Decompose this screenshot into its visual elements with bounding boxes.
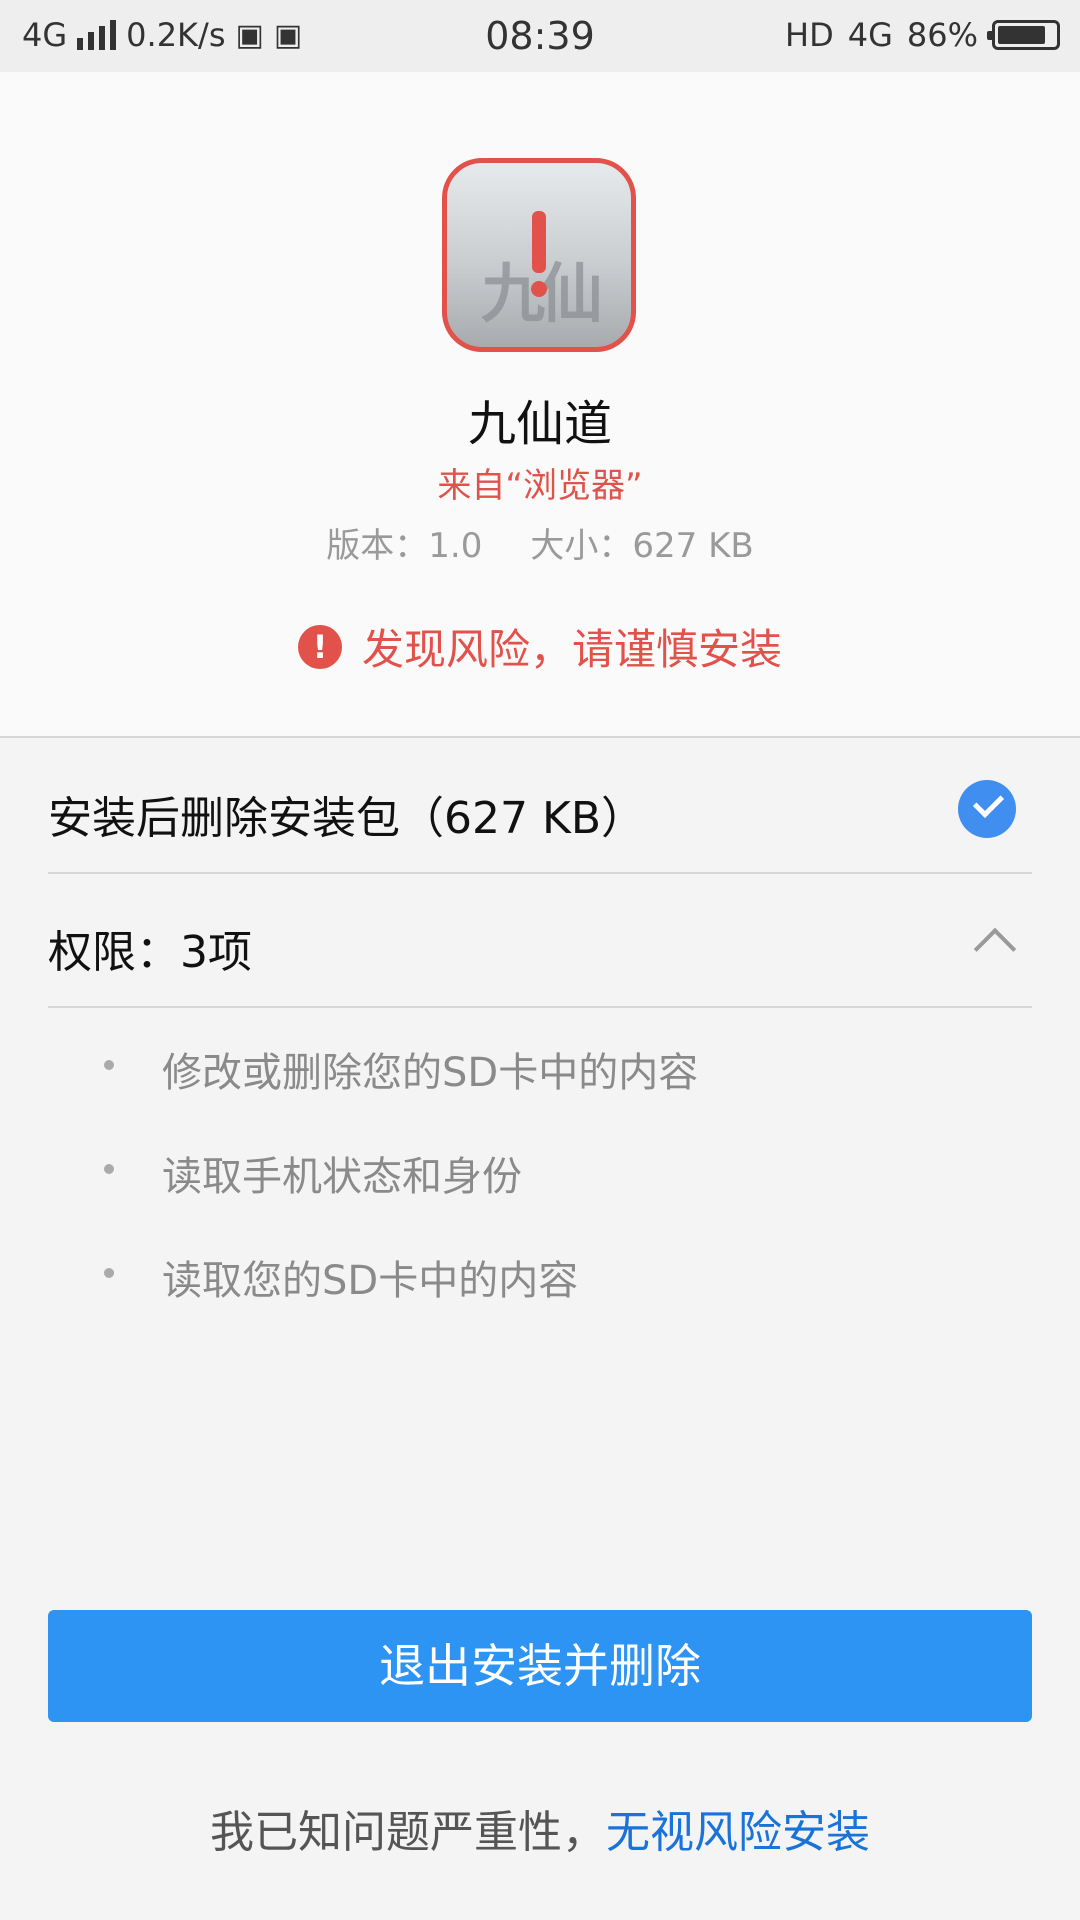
bullet-icon [104, 1268, 114, 1278]
ignore-risk-prefix: 我已知问题严重性， [210, 1807, 606, 1858]
permission-text: 修改或删除您的SD卡中的内容 [162, 1050, 699, 1096]
permission-list: 修改或删除您的SD卡中的内容 读取手机状态和身份 读取您的SD卡中的内容 [100, 1040, 1000, 1352]
delete-package-row[interactable]: 安装后删除安装包（627 KB） [48, 740, 1032, 874]
status-right: HD 4G 86% [785, 16, 1060, 54]
ignore-risk-line: 我已知问题严重性，无视风险安装 [0, 1796, 1080, 1860]
hd-indicator: HD [785, 16, 834, 54]
app-size: 大小：627 KB [530, 526, 754, 566]
list-item: 读取您的SD卡中的内容 [100, 1248, 1000, 1352]
check-icon[interactable] [958, 780, 1016, 838]
permissions-label: 权限：3项 [48, 927, 252, 978]
app-name: 九仙道 [467, 396, 612, 452]
install-screen: 4G 0.2K/s ▣ ▣ 08:39 HD 4G 86% 九仙 九仙道 来自“… [0, 0, 1080, 1920]
alert-icon: ! [297, 624, 342, 669]
bullet-icon [104, 1164, 114, 1174]
app-meta: 版本：1.0 大小：627 KB [0, 518, 1080, 567]
exit-and-delete-button[interactable]: 退出安装并删除 [48, 1610, 1032, 1722]
list-item: 读取手机状态和身份 [100, 1144, 1000, 1248]
status-bar: 4G 0.2K/s ▣ ▣ 08:39 HD 4G 86% [0, 0, 1080, 72]
permission-text: 读取您的SD卡中的内容 [162, 1258, 579, 1304]
risk-warning-text: 发现风险，请谨慎安装 [361, 625, 782, 674]
chevron-up-icon[interactable] [973, 927, 1017, 971]
risk-warning: ! 发现风险，请谨慎安装 [0, 616, 1080, 677]
bullet-icon [104, 1060, 114, 1070]
delete-package-label: 安装后删除安装包（627 KB） [48, 793, 646, 844]
app-warning-icon: 九仙 [442, 158, 636, 352]
app-info-card: 九仙 九仙道 来自“浏览器” 版本：1.0 大小：627 KB ! 发现风险，请谨… [0, 72, 1080, 738]
network-type-right: 4G [847, 16, 893, 54]
battery-icon [987, 20, 1060, 50]
app-source: 来自“浏览器” [437, 466, 643, 506]
battery-percent: 86% [906, 16, 978, 54]
battery-fill [998, 26, 1046, 44]
exclamation-dot [531, 281, 547, 297]
permission-text: 读取手机状态和身份 [162, 1154, 522, 1200]
exclamation-icon [532, 211, 546, 273]
list-item: 修改或删除您的SD卡中的内容 [100, 1040, 1000, 1144]
ignore-risk-link[interactable]: 无视风险安装 [606, 1807, 870, 1858]
app-version: 版本：1.0 [326, 526, 483, 566]
permissions-row[interactable]: 权限：3项 [48, 874, 1032, 1008]
